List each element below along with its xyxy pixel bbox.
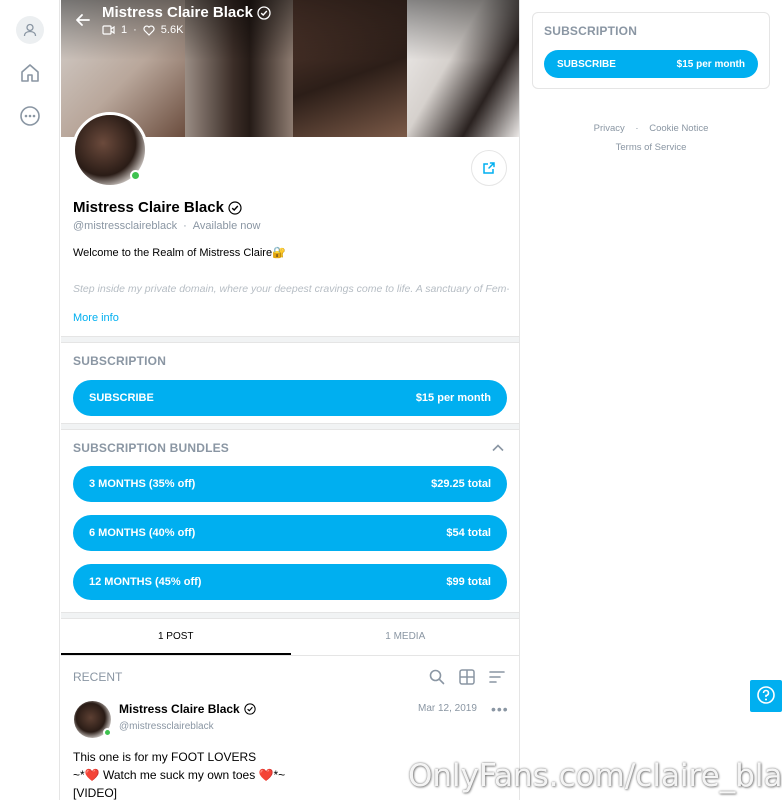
cover-stats: 1 · 5.6K	[102, 24, 183, 36]
posts-count: 1	[121, 24, 128, 36]
availability-status: Available now	[192, 220, 261, 232]
post-text: This one is for my FOOT LOVERS ~*❤️ Watc…	[73, 748, 285, 800]
grid-view-icon[interactable]	[458, 668, 476, 686]
verified-icon	[244, 703, 256, 715]
bundle-price: $29.25 total	[431, 478, 491, 490]
post-handle: @mistressclaireblack	[119, 721, 214, 732]
user-avatar-icon[interactable]	[16, 16, 44, 44]
cover-name: Mistress Claire Black	[102, 4, 253, 21]
recent-label: RECENT	[73, 670, 123, 684]
post-author-name: Mistress Claire Black	[119, 702, 240, 716]
bundles-title: SUBSCRIPTION BUNDLES	[73, 441, 230, 455]
subscribe-label: SUBSCRIBE	[557, 58, 616, 70]
share-button[interactable]	[471, 150, 507, 186]
profile-handle: @mistressclaireblack	[73, 220, 178, 232]
post-line: [VIDEO]	[73, 786, 118, 800]
left-nav	[0, 0, 60, 800]
heart-icon	[143, 24, 155, 36]
subscribe-price: $15 per month	[676, 58, 745, 70]
online-status-dot	[130, 170, 141, 181]
sort-icon[interactable]	[488, 668, 506, 686]
subscribe-price: $15 per month	[415, 392, 491, 404]
search-icon[interactable]	[428, 668, 446, 686]
profile-tabs: 1 POST 1 MEDIA	[61, 620, 520, 656]
bundle-price: $99 total	[446, 576, 491, 588]
bundle-price: $54 total	[446, 527, 491, 539]
verified-icon	[257, 5, 271, 20]
help-icon	[755, 685, 777, 707]
post-date: Mar 12, 2019	[418, 703, 477, 714]
subscription-title: SUBSCRIPTION	[544, 24, 638, 38]
tab-media[interactable]: 1 MEDIA	[291, 620, 520, 655]
profile-main: Mistress Claire Black 1 · 5.6K Mistress …	[61, 0, 520, 800]
bundle-12-months-button[interactable]: 12 MONTHS (45% off) $99 total	[73, 564, 507, 600]
divider	[61, 423, 519, 430]
bundle-label: 12 MONTHS (45% off)	[89, 576, 202, 588]
more-options-icon[interactable]	[16, 102, 44, 130]
post-line: This one is for my FOOT LOVERS	[73, 750, 257, 764]
post-author[interactable]: Mistress Claire Black	[119, 702, 256, 716]
post-icon	[102, 25, 115, 35]
tab-posts[interactable]: 1 POST	[61, 620, 291, 655]
chevron-up-icon[interactable]	[491, 441, 505, 460]
subscribe-button[interactable]: SUBSCRIBE $15 per month	[544, 50, 758, 78]
bundle-label: 6 MONTHS (40% off)	[89, 527, 196, 539]
more-info-link[interactable]: More info	[73, 312, 119, 324]
likes-count: 5.6K	[160, 24, 184, 36]
bundle-6-months-button[interactable]: 6 MONTHS (40% off) $54 total	[73, 515, 507, 551]
verified-icon	[228, 200, 242, 215]
help-button[interactable]	[750, 680, 782, 712]
post-more-icon[interactable]: •••	[491, 701, 509, 717]
home-icon[interactable]	[16, 59, 44, 87]
subscribe-label: SUBSCRIBE	[89, 392, 154, 404]
bundle-label: 3 MONTHS (35% off)	[89, 478, 196, 490]
watermark: OnlyFans.com/claire_black	[408, 758, 782, 794]
back-arrow-icon[interactable]	[73, 10, 93, 30]
bundle-3-months-button[interactable]: 3 MONTHS (35% off) $29.25 total	[73, 466, 507, 502]
terms-link[interactable]: Terms of Service	[532, 138, 770, 157]
cookie-notice-link[interactable]: Cookie Notice	[649, 123, 708, 134]
subscription-title: SUBSCRIPTION	[73, 354, 167, 368]
bio-line: Welcome to the Realm of Mistress Claire🔐	[73, 247, 286, 259]
divider	[61, 336, 519, 343]
post-line: ~*❤️ Watch me suck my own toes ❤️*~	[73, 768, 286, 782]
cover-title: Mistress Claire Black	[102, 4, 271, 21]
bio-preview: Step inside my private domain, where you…	[73, 283, 509, 295]
profile-name-text: Mistress Claire Black	[73, 199, 224, 216]
profile-name: Mistress Claire Black	[73, 199, 242, 216]
profile-handle-row: @mistressclaireblack · Available now	[73, 220, 261, 232]
subscribe-button[interactable]: SUBSCRIBE $15 per month	[73, 380, 507, 416]
privacy-link[interactable]: Privacy	[594, 123, 625, 134]
subscription-card: SUBSCRIPTION SUBSCRIBE $15 per month	[532, 12, 770, 89]
share-icon	[481, 160, 497, 176]
divider	[61, 612, 519, 619]
online-status-dot	[103, 728, 112, 737]
footer-links: Privacy · Cookie Notice Terms of Service	[532, 119, 770, 157]
